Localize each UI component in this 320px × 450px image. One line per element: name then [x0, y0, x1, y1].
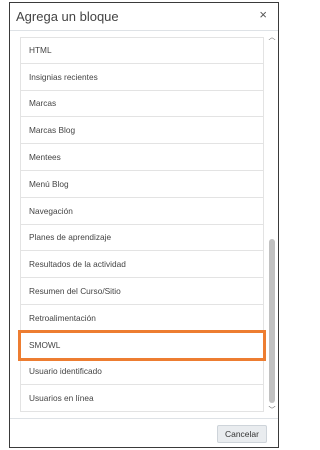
block-item-marcas-blog[interactable]: Marcas Blog	[20, 117, 264, 145]
block-list-scroll-area[interactable]: HTML Insignias recientes Marcas Marcas Blog…	[10, 31, 278, 418]
scroll-up-arrow-icon[interactable]: ︿	[267, 33, 277, 43]
dialog-title: Agrega un bloque	[16, 9, 119, 24]
block-item-label: Retroalimentación	[29, 312, 96, 323]
block-item-label: HTML	[29, 45, 52, 56]
block-item-label: Marcas	[29, 98, 57, 109]
block-item-label: Resumen del Curso/Sitio	[29, 286, 121, 297]
cancel-button[interactable]: Cancelar	[216, 425, 267, 443]
block-item-label: SMOWL	[29, 339, 61, 350]
dialog-header: Agrega un bloque ×	[10, 3, 278, 31]
block-item-marcas[interactable]: Marcas	[20, 90, 264, 118]
dialog-footer: Cancelar	[10, 418, 278, 447]
close-icon[interactable]: ×	[259, 8, 267, 22]
block-item-label: Usuario identificado	[29, 366, 102, 377]
block-item-label: Navegación	[29, 205, 73, 216]
block-item-label: Mentees	[29, 152, 61, 163]
block-item-label: Menú Blog	[29, 178, 69, 189]
block-item-insignias-recientes[interactable]: Insignias recientes	[20, 63, 264, 91]
block-item-resultados-de-la-actividad[interactable]: Resultados de la actividad	[20, 251, 264, 279]
scroll-down-arrow-icon[interactable]: ﹀	[267, 406, 277, 416]
block-item-smowl[interactable]: SMOWL	[18, 329, 266, 361]
block-list: HTML Insignias recientes Marcas Marcas Blog…	[18, 37, 266, 413]
block-item-planes-de-aprendizaje[interactable]: Planes de aprendizaje	[20, 224, 264, 252]
block-item-label: Planes de aprendizaje	[29, 232, 112, 243]
block-item-retroalimentación[interactable]: Retroalimentación	[20, 304, 264, 332]
block-item-label: Usuarios en línea	[29, 393, 94, 404]
add-block-dialog: Agrega un bloque × HTML Insignias recient…	[9, 2, 279, 448]
block-item-menú-blog[interactable]: Menú Blog	[20, 170, 264, 198]
block-item-label: Insignias recientes	[29, 71, 98, 82]
block-item-usuarios-en-línea[interactable]: Usuarios en línea	[20, 385, 264, 413]
scrollbar[interactable]: ︿ ﹀	[267, 31, 277, 418]
block-item-resumen-del-curso-sitio[interactable]: Resumen del Curso/Sitio	[20, 278, 264, 305]
block-item-mentees[interactable]: Mentees	[20, 144, 264, 171]
scrollbar-thumb[interactable]	[269, 239, 275, 403]
block-item-label: Marcas Blog	[29, 125, 76, 136]
block-item-label: Resultados de la actividad	[29, 259, 126, 270]
block-item-usuario-identificado[interactable]: Usuario identificado	[20, 358, 264, 386]
block-item-html[interactable]: HTML	[20, 37, 264, 64]
block-item-navegación[interactable]: Navegación	[20, 197, 264, 225]
